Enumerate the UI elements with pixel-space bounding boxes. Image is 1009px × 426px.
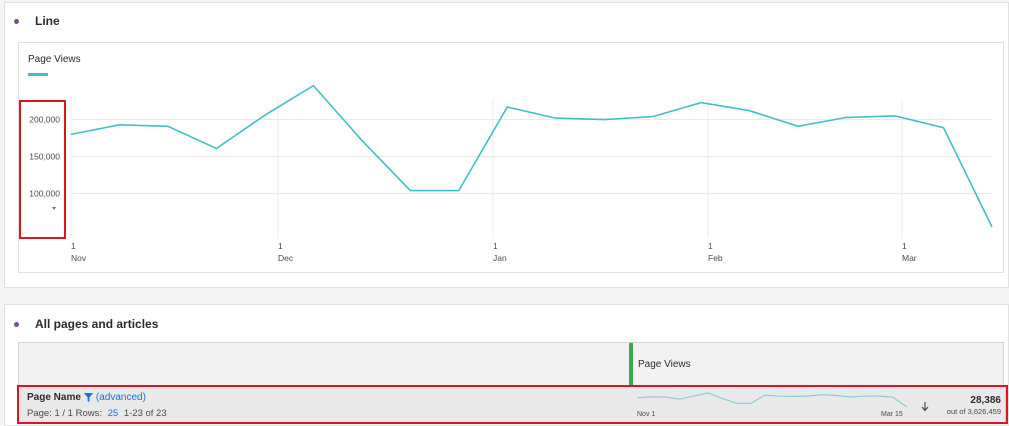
panel-bullet-icon xyxy=(14,321,19,327)
table-panel-header: All pages and articles xyxy=(14,317,158,331)
column-marker[interactable] xyxy=(629,343,633,385)
panel-title: All pages and articles xyxy=(35,317,159,331)
table-header: Page Views xyxy=(18,342,1004,386)
table-row-highlight-box xyxy=(17,385,1008,424)
x-tick-month: Mar xyxy=(902,253,917,263)
x-tick-month: Nov xyxy=(71,253,87,263)
line-chart: 100,000150,000200,000 1Nov1Dec1Jan1Feb1M… xyxy=(29,84,993,263)
chart-grid xyxy=(70,100,992,238)
y-axis-highlight-box xyxy=(19,100,66,239)
x-tick-day: 1 xyxy=(493,241,498,251)
x-tick-month: Feb xyxy=(708,253,723,263)
x-tick-month: Dec xyxy=(278,253,294,263)
x-tick-day: 1 xyxy=(902,241,907,251)
x-axis-ticks: 1 Nov 1 Dec 1 Jan 1 Feb 1 Mar xyxy=(71,241,917,263)
column-header-page-views[interactable]: Page Views xyxy=(638,359,691,370)
x-tick-month: Jan xyxy=(493,253,507,263)
x-tick-day: 1 xyxy=(278,241,283,251)
x-tick-day: 1 xyxy=(708,241,713,251)
x-tick-day: 1 xyxy=(71,241,76,251)
